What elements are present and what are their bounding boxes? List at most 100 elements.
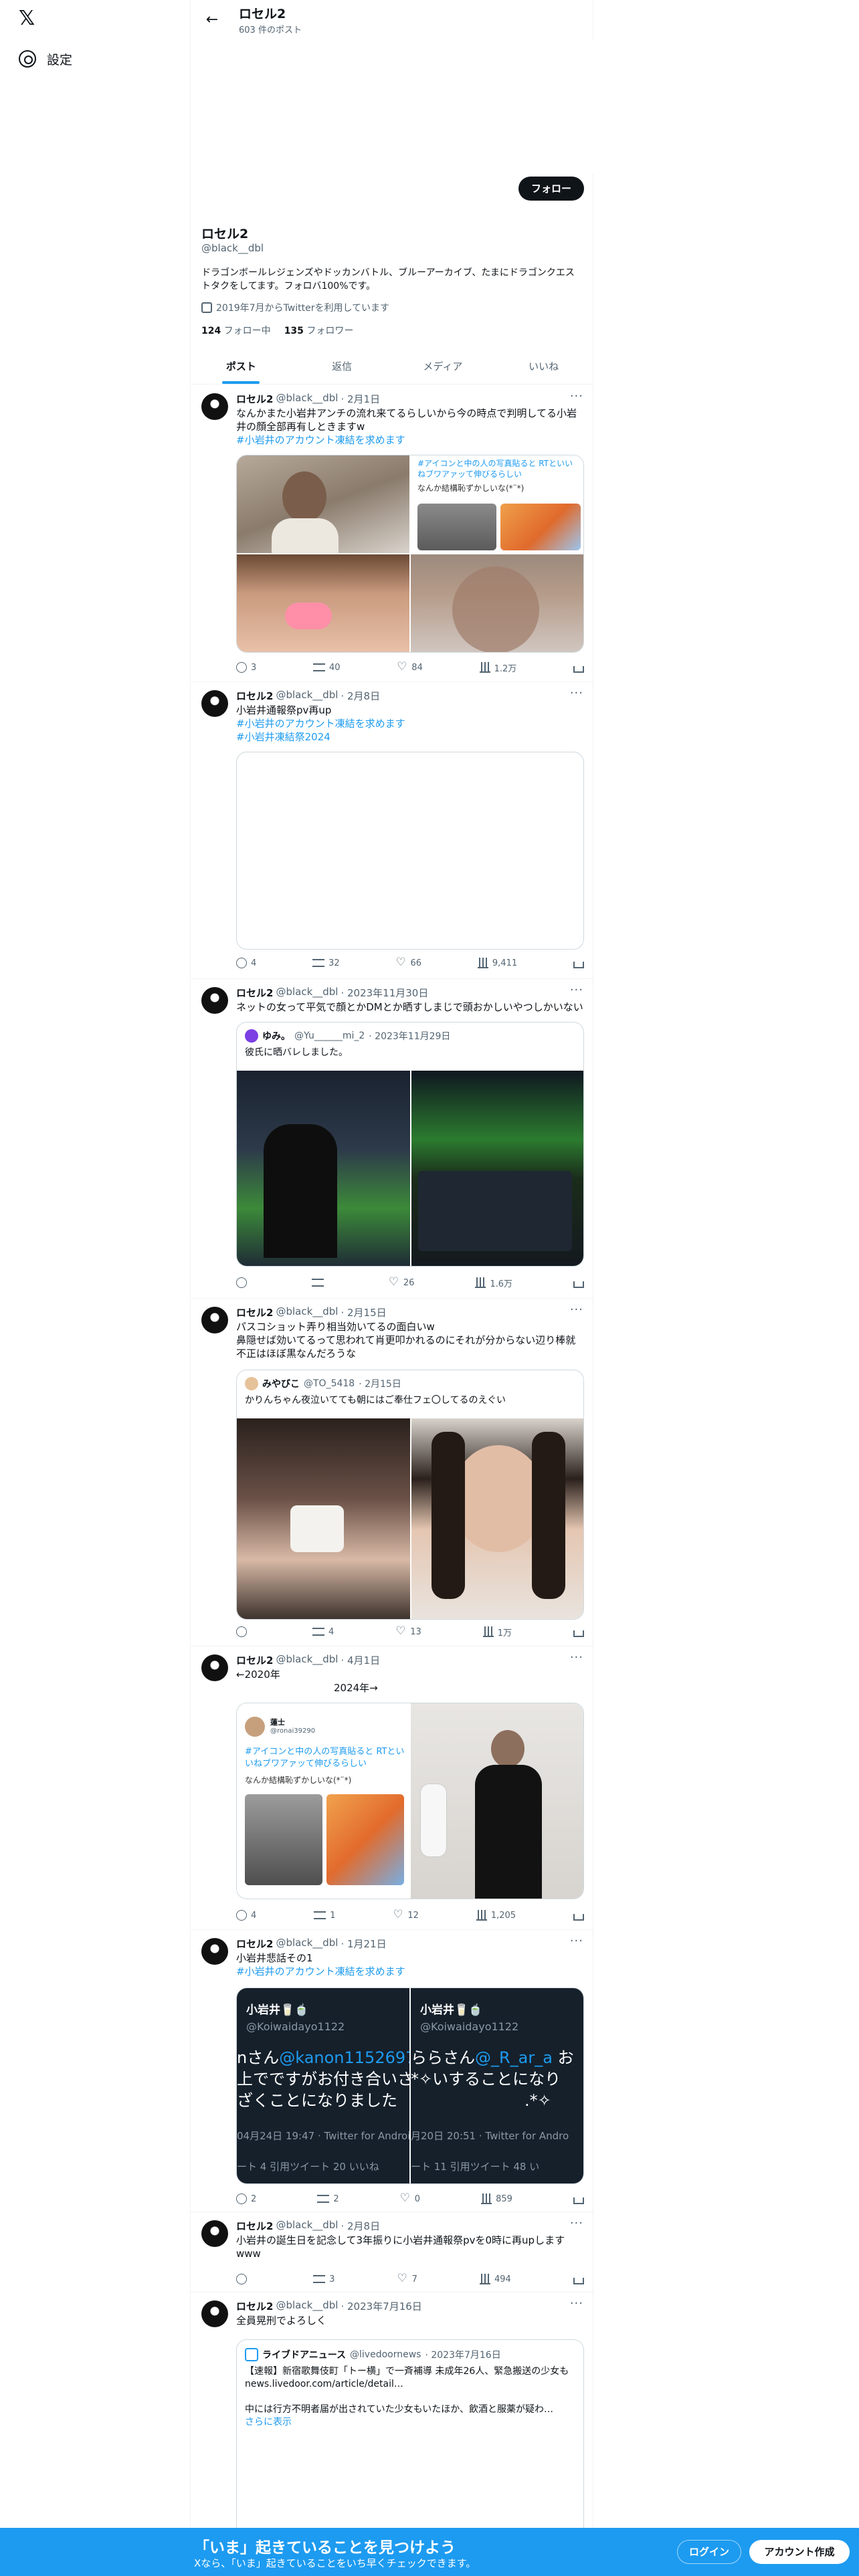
tab-replies[interactable]: 返信 — [292, 349, 393, 384]
quote-media[interactable] — [237, 1418, 583, 1619]
more-icon[interactable]: ··· — [570, 983, 583, 997]
like-button[interactable]: 7 — [397, 2272, 417, 2286]
share-button[interactable] — [573, 1909, 584, 1922]
like-button[interactable]: 13 — [395, 1625, 421, 1638]
more-icon[interactable]: ··· — [570, 2296, 583, 2311]
reply-button[interactable]: 4 — [236, 1909, 256, 1922]
x-logo-icon[interactable]: 𝕏 — [19, 8, 40, 29]
views-button[interactable]: 1.2万 — [479, 661, 516, 674]
post-date[interactable]: · 2月8日 — [341, 2219, 380, 2233]
avatar[interactable] — [201, 393, 228, 420]
avatar[interactable] — [201, 1654, 228, 1681]
more-icon[interactable]: ··· — [570, 2216, 583, 2230]
share-button[interactable] — [573, 1625, 584, 1638]
post-video[interactable] — [236, 752, 584, 950]
quoted-post[interactable]: みやびこ @TO_5418 · 2月15日 かりんちゃん夜泣いてても朝にはご奉仕… — [236, 1370, 584, 1620]
post-author-name[interactable]: ロセル2 — [236, 1937, 273, 1951]
post-author-name[interactable]: ロセル2 — [236, 2299, 273, 2313]
media-photo[interactable] — [237, 1071, 410, 1266]
hashtag-link[interactable]: #小岩井凍結祭2024 — [236, 730, 584, 744]
media-photo[interactable] — [237, 1418, 410, 1619]
avatar[interactable] — [201, 987, 228, 1014]
reply-button[interactable]: 4 — [236, 956, 256, 970]
like-button[interactable]: 66 — [396, 956, 422, 970]
post-date[interactable]: · 2023年7月16日 — [341, 2299, 421, 2313]
hashtag-link[interactable]: #小岩井のアカウント凍結を求めます — [236, 1965, 584, 1978]
repost-button[interactable]: 40 — [313, 661, 341, 674]
like-button[interactable]: 0 — [400, 2192, 420, 2206]
followers-link[interactable]: 135 フォロワー — [284, 324, 354, 337]
post[interactable]: ロセル2 @black__dbl · 1月21日 ··· 小岩井悲話その1 #小… — [191, 1930, 594, 2212]
repost-button[interactable]: 1 — [314, 1909, 335, 1922]
reply-button[interactable]: 3 — [236, 661, 256, 674]
media-photo[interactable]: 蓮士 @ronai39290 #アイコンと中の人の写真貼ると RTといいねブワア… — [237, 1703, 409, 1899]
post-date[interactable]: · 4月1日 — [341, 1653, 380, 1667]
hashtag-link[interactable]: #小岩井のアカウント凍結を求めます — [236, 433, 584, 447]
reply-button[interactable]: 2 — [236, 2192, 256, 2206]
post-author-name[interactable]: ロセル2 — [236, 986, 273, 1000]
repost-button[interactable]: 32 — [312, 956, 340, 970]
post-date[interactable]: · 2月8日 — [341, 689, 380, 703]
more-icon[interactable]: ··· — [570, 1650, 583, 1665]
media-screenshot[interactable]: 小岩井🥛🍵 @Koiwaidayo1122 ららさん@_R_ar_a お *✧い… — [411, 1988, 583, 2183]
views-button[interactable]: 9,411 — [477, 956, 517, 970]
media-photo[interactable] — [237, 455, 409, 553]
like-button[interactable]: 12 — [393, 1909, 419, 1922]
post[interactable]: ロセル2 @black__dbl · 2月8日 ··· 小岩井の誕生日を記念して… — [191, 2212, 594, 2292]
avatar[interactable] — [201, 2300, 228, 2327]
post[interactable]: ロセル2 @black__dbl · 2月15日 ··· パスコショット弄り相当… — [191, 1299, 594, 1646]
post[interactable]: ロセル2 @black__dbl · 2月8日 ··· 小岩井通報祭pv再up … — [191, 682, 594, 979]
views-button[interactable]: 859 — [481, 2192, 512, 2206]
post[interactable]: ロセル2 @black__dbl · 2023年11月30日 ··· ネットの女… — [191, 979, 594, 1299]
more-icon[interactable]: ··· — [570, 389, 583, 403]
post-date[interactable]: · 2月1日 — [341, 392, 380, 406]
share-button[interactable] — [573, 956, 584, 970]
tab-likes[interactable]: いいね — [493, 349, 594, 384]
post-author-name[interactable]: ロセル2 — [236, 392, 273, 406]
share-button[interactable] — [573, 1276, 584, 1289]
post[interactable]: ロセル2 @black__dbl · 2023年7月16日 ··· 全員晃刑でよ… — [191, 2292, 594, 2540]
views-button[interactable]: 1万 — [482, 1625, 512, 1638]
follow-button[interactable]: フォロー — [518, 177, 584, 201]
media-photo[interactable]: #アイコンと中の人の写真貼ると RTといいねブワアァッて伸びるらしい なんか結構… — [411, 455, 583, 553]
share-button[interactable] — [573, 2272, 584, 2286]
post[interactable]: ロセル2 @black__dbl · 4月1日 ··· ←2020年 2024年… — [191, 1646, 594, 1930]
post-media[interactable]: #アイコンと中の人の写真貼ると RTといいねブワアァッて伸びるらしい なんか結構… — [236, 455, 584, 653]
more-icon[interactable]: ··· — [570, 1303, 583, 1317]
post-author-name[interactable]: ロセル2 — [236, 689, 273, 703]
views-button[interactable]: 494 — [479, 2272, 511, 2286]
quote-link[interactable]: news.livedoor.com/article/detail… — [245, 2378, 577, 2391]
like-button[interactable]: 26 — [389, 1276, 415, 1289]
media-screenshot[interactable]: 小岩井🥛🍵 @Koiwaidayo1122 nさん@kanon11526978 … — [237, 1988, 409, 2183]
media-photo[interactable] — [411, 554, 583, 652]
repost-button[interactable] — [311, 1276, 328, 1289]
post-author-name[interactable]: ロセル2 — [236, 1653, 273, 1667]
post-date[interactable]: · 2023年11月30日 — [341, 986, 428, 1000]
post-media[interactable]: 蓮士 @ronai39290 #アイコンと中の人の写真貼ると RTといいねブワア… — [236, 1703, 584, 1899]
show-more-link[interactable]: さらに表示 — [245, 2416, 577, 2429]
post-date[interactable]: · 1月21日 — [341, 1937, 386, 1951]
avatar[interactable] — [201, 2220, 228, 2247]
following-link[interactable]: 124 フォロー中 — [201, 324, 271, 337]
quoted-post[interactable]: ゆみ。 @Yu______mi_2 · 2023年11月29日 彼氏に晒バレしま… — [236, 1022, 584, 1267]
media-photo[interactable] — [411, 1071, 583, 1266]
views-button[interactable]: 1.6万 — [475, 1276, 512, 1289]
like-button[interactable]: 84 — [397, 661, 423, 674]
media-photo[interactable] — [411, 1418, 583, 1619]
avatar[interactable] — [201, 1938, 228, 1965]
post-author-name[interactable]: ロセル2 — [236, 2219, 273, 2233]
reply-button[interactable] — [236, 2272, 251, 2286]
views-button[interactable]: 1,205 — [476, 1909, 516, 1922]
post-author-name[interactable]: ロセル2 — [236, 1305, 273, 1319]
repost-button[interactable]: 4 — [312, 1625, 334, 1638]
repost-button[interactable]: 3 — [313, 2272, 335, 2286]
tab-posts[interactable]: ポスト — [191, 349, 292, 384]
more-icon[interactable]: ··· — [570, 1934, 583, 1948]
post-media[interactable]: 小岩井🥛🍵 @Koiwaidayo1122 nさん@kanon11526978 … — [236, 1988, 584, 2184]
share-button[interactable] — [573, 2192, 584, 2206]
reply-button[interactable] — [236, 1625, 251, 1638]
share-button[interactable] — [573, 661, 584, 674]
post-date[interactable]: · 2月15日 — [341, 1305, 386, 1319]
signup-button[interactable]: アカウント作成 — [749, 2540, 850, 2564]
back-arrow-icon[interactable]: ← — [200, 8, 224, 32]
